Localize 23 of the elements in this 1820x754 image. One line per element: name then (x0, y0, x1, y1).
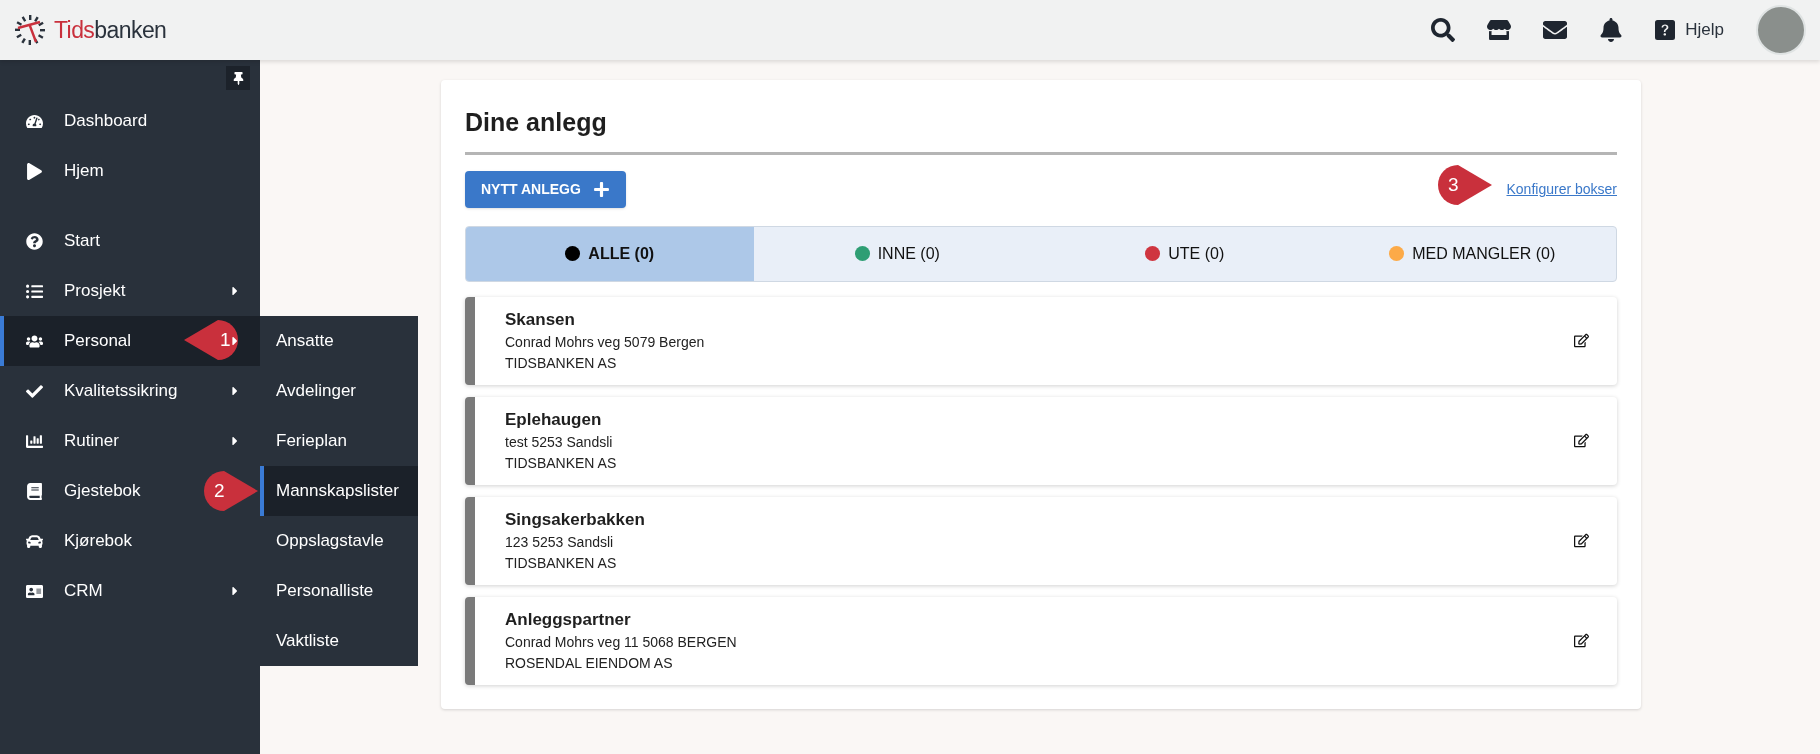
site-address: Conrad Mohrs veg 5079 Bergen (505, 332, 706, 352)
site-name: Eplehaugen (505, 408, 603, 431)
sidebar-item-label: Personal (64, 330, 132, 353)
panel-title: Dine anlegg (465, 104, 1617, 155)
sidebar-item-label: Dashboard (64, 110, 148, 133)
site-company: ROSENDAL EIENDOM AS (505, 653, 674, 673)
sidebar-item-label: Kjørebok (64, 530, 133, 553)
site-address: Conrad Mohrs veg 11 5068 BERGEN (505, 632, 738, 652)
site-name: Skansen (505, 308, 576, 331)
sidebar-item-label: Rutiner (64, 430, 119, 453)
site-company: TIDSBANKEN AS (505, 353, 618, 373)
sidebar-item-label: Hjem (64, 160, 104, 183)
site-company: TIDSBANKEN AS (505, 553, 618, 573)
site-company: TIDSBANKEN AS (505, 453, 618, 473)
sidebar-item-label: Kvalitetssikring (64, 380, 178, 403)
sidebar-item-label: Gjestebok (64, 480, 141, 503)
sidebar-item-label: CRM (64, 580, 103, 603)
site-name: Anleggspartner (505, 608, 632, 631)
site-address: 123 5253 Sandsli (505, 532, 615, 552)
site-name: Singsakerbakken (505, 508, 646, 531)
site-address: test 5253 Sandsli (505, 432, 614, 452)
sidebar-item-label: Prosjekt (64, 280, 126, 303)
sidebar-item-label: Start (64, 230, 100, 253)
